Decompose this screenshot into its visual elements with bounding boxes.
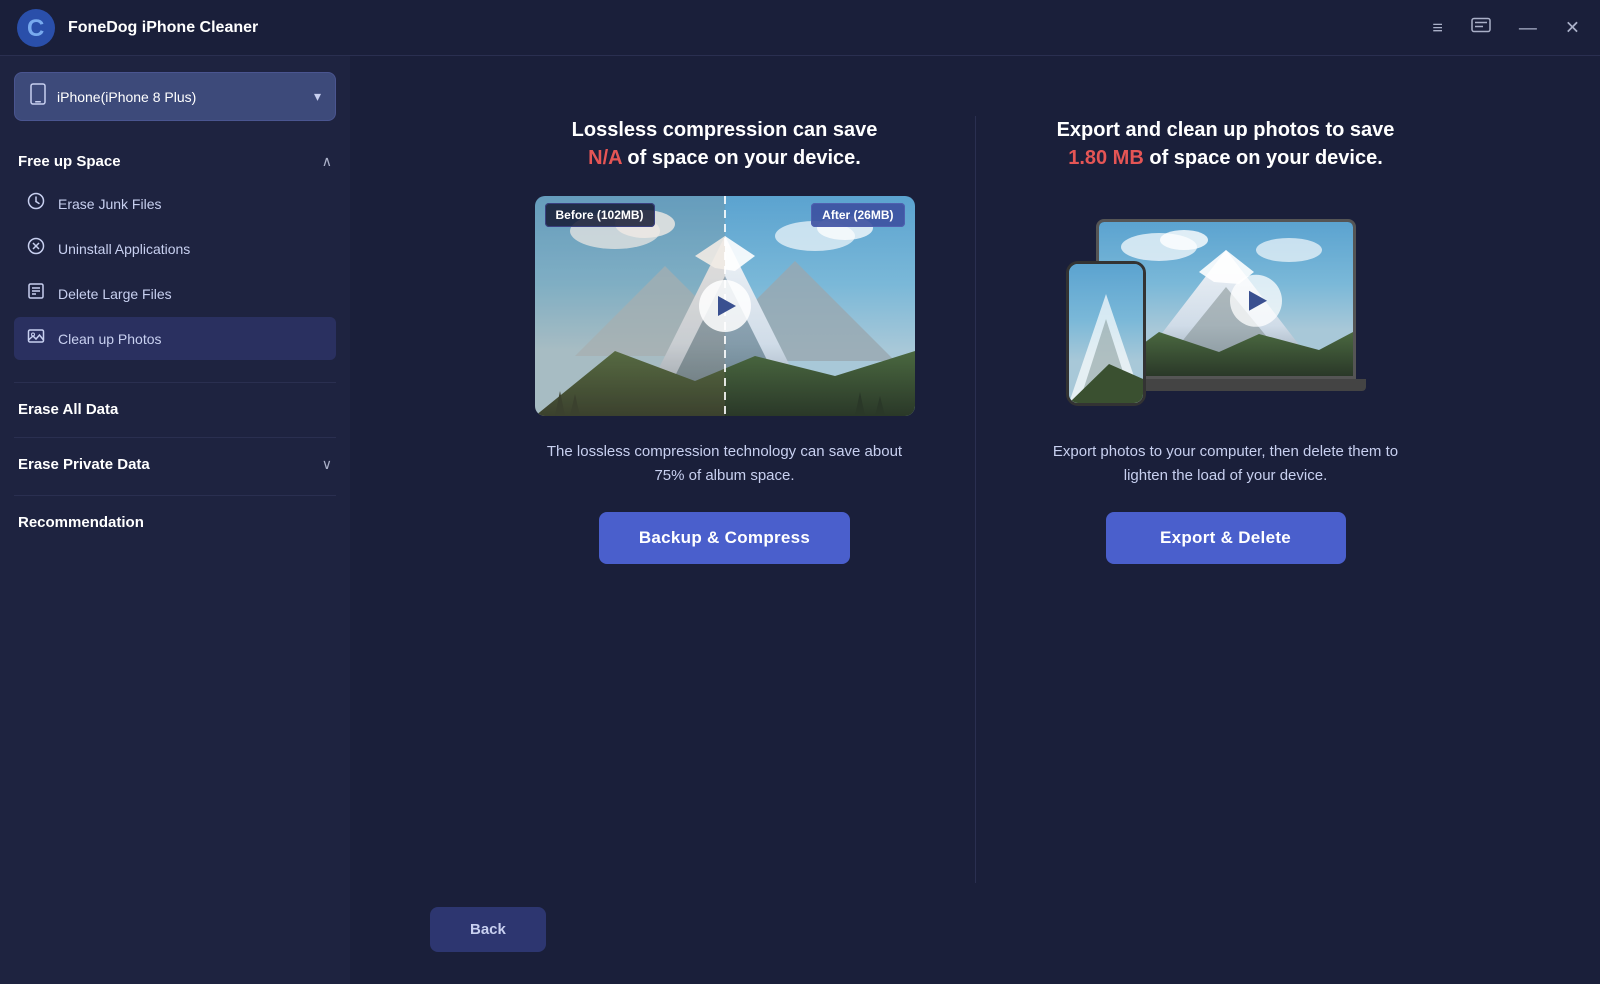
minimize-button[interactable]: — <box>1515 15 1541 41</box>
compress-na-value: N/A <box>588 147 622 169</box>
erase-private-title: Erase Private Data <box>18 456 150 473</box>
sidebar: iPhone(iPhone 8 Plus) ▾ Free up Space ∧ <box>0 56 350 984</box>
free-space-items: Erase Junk Files Uninstall Applications <box>14 182 336 368</box>
compress-description: The lossless compression technology can … <box>535 440 915 488</box>
play-triangle-icon-right <box>1249 291 1267 311</box>
phone-screen-svg <box>1069 264 1143 403</box>
bottom-bar: Back <box>350 883 1600 984</box>
divider-1 <box>14 382 336 383</box>
app-title: FoneDog iPhone Cleaner <box>68 19 258 37</box>
uninstall-icon <box>26 237 46 260</box>
sidebar-section-erase-all[interactable]: Erase All Data <box>0 389 350 431</box>
sidebar-item-label: Erase Junk Files <box>58 196 161 212</box>
divider-3 <box>14 495 336 496</box>
erase-private-chevron: ∨ <box>322 456 332 473</box>
play-button-right[interactable] <box>1230 275 1282 327</box>
main-content: Lossless compression can save N/A of spa… <box>350 56 1600 984</box>
compress-headline: Lossless compression can save N/A of spa… <box>572 116 878 172</box>
app-body: iPhone(iPhone 8 Plus) ▾ Free up Space ∧ <box>0 56 1600 984</box>
sidebar-item-clean-photos[interactable]: Clean up Photos <box>14 317 336 360</box>
export-headline: Export and clean up photos to save 1.80 … <box>1057 116 1395 172</box>
title-bar: C FoneDog iPhone Cleaner ≡ — ✕ <box>0 0 1600 56</box>
card-divider <box>975 116 976 883</box>
sidebar-section-freespace: Free up Space ∧ Erase Junk Files <box>0 141 350 368</box>
clock-icon <box>26 192 46 215</box>
recommendation-title: Recommendation <box>18 514 144 531</box>
sidebar-item-erase-junk[interactable]: Erase Junk Files <box>14 182 336 225</box>
svg-text:C: C <box>27 15 44 42</box>
photo-icon <box>26 327 46 350</box>
sidebar-item-uninstall[interactable]: Uninstall Applications <box>14 227 336 270</box>
compress-card: Lossless compression can save N/A of spa… <box>535 116 915 564</box>
export-description: Export photos to your computer, then del… <box>1036 440 1416 488</box>
sidebar-section-recommendation[interactable]: Recommendation <box>0 502 350 544</box>
export-card: Export and clean up photos to save 1.80 … <box>1036 116 1416 564</box>
window-controls: ≡ — ✕ <box>1428 13 1584 42</box>
free-space-chevron: ∧ <box>322 153 332 170</box>
device-selector[interactable]: iPhone(iPhone 8 Plus) ▾ <box>14 72 336 121</box>
erase-all-title: Erase All Data <box>18 401 118 418</box>
free-space-title: Free up Space <box>18 153 121 170</box>
device-name: iPhone(iPhone 8 Plus) <box>57 89 196 105</box>
export-delete-button[interactable]: Export & Delete <box>1106 512 1346 564</box>
sidebar-item-label: Uninstall Applications <box>58 241 190 257</box>
erase-private-header[interactable]: Erase Private Data ∨ <box>14 444 336 485</box>
menu-button[interactable]: ≡ <box>1428 15 1447 41</box>
divider-2 <box>14 437 336 438</box>
compress-image: Before (102MB) After (26MB) <box>535 196 915 416</box>
play-button-left[interactable] <box>699 280 751 332</box>
sidebar-item-label: Delete Large Files <box>58 286 172 302</box>
sidebar-item-label: Clean up Photos <box>58 331 162 347</box>
export-size-value: 1.80 MB <box>1068 147 1144 169</box>
phone-screen <box>1069 264 1143 403</box>
chat-button[interactable] <box>1467 13 1495 42</box>
device-mockup <box>1036 196 1416 416</box>
close-button[interactable]: ✕ <box>1561 15 1584 41</box>
sidebar-item-delete-large[interactable]: Delete Large Files <box>14 272 336 315</box>
chevron-down-icon: ▾ <box>314 88 321 105</box>
content-area: Lossless compression can save N/A of spa… <box>350 56 1600 883</box>
sidebar-section-erase-private: Erase Private Data ∨ <box>0 444 350 485</box>
after-label: After (26MB) <box>811 206 904 224</box>
file-icon <box>26 282 46 305</box>
app-logo: C <box>16 8 56 48</box>
back-button[interactable]: Back <box>430 907 546 952</box>
phone-mockup <box>1066 261 1146 406</box>
backup-compress-button[interactable]: Backup & Compress <box>599 512 850 564</box>
play-triangle-icon <box>718 296 736 316</box>
free-space-header[interactable]: Free up Space ∧ <box>14 141 336 182</box>
before-label: Before (102MB) <box>545 206 655 224</box>
phone-icon <box>29 83 47 110</box>
